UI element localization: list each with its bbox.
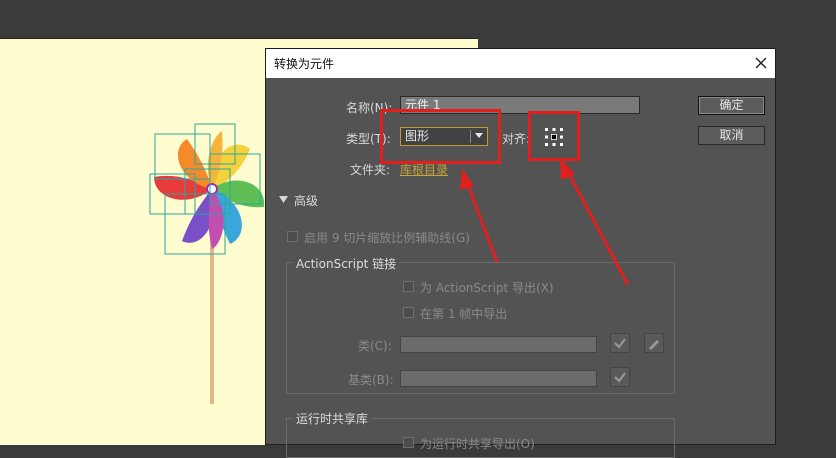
align-label: 对齐: [502, 132, 531, 146]
runtime-export-checkbox[interactable] [403, 437, 414, 448]
checkmark-icon [614, 372, 626, 383]
annotation-box-type [380, 109, 501, 164]
checkmark-icon [614, 338, 626, 349]
annotation-box-align [528, 111, 580, 161]
edit-class-button[interactable] [644, 333, 664, 353]
ok-button[interactable]: 确定 [698, 96, 765, 115]
dialog-title: 转换为元件 [274, 57, 335, 71]
scale9-label: 启用 9 切片缩放比例辅助线(G) [304, 231, 470, 245]
actionscript-group-title: ActionScript 链接 [293, 255, 400, 272]
cancel-button[interactable]: 取消 [698, 126, 765, 145]
runtime-export-label: 为运行时共享导出(O) [420, 437, 535, 451]
scale9-checkbox[interactable] [287, 231, 298, 242]
base-class-label: 基类(B): [348, 373, 394, 387]
validate-base-class-button[interactable] [610, 367, 630, 387]
runtime-group-title: 运行时共享库 [293, 410, 372, 427]
validate-class-button[interactable] [610, 333, 630, 353]
triangle-down-icon[interactable] [279, 195, 288, 204]
close-icon[interactable] [753, 55, 769, 71]
base-class-input[interactable] [400, 370, 597, 387]
class-label: 类(C): [358, 339, 392, 353]
export-frame1-label: 在第 1 帧中导出 [420, 307, 508, 321]
dialog-titlebar: 转换为元件 [266, 49, 775, 78]
class-input[interactable] [400, 336, 597, 353]
export-actionscript-label: 为 ActionScript 导出(X) [420, 281, 554, 295]
advanced-toggle-label[interactable]: 高级 [294, 192, 318, 209]
pinwheel-graphic[interactable] [140, 119, 270, 409]
export-actionscript-checkbox[interactable] [403, 281, 414, 292]
export-frame1-checkbox[interactable] [403, 307, 414, 318]
convert-to-symbol-dialog: 转换为元件 名称(N): 元件 1 类型(T): 图形 对齐: 文件夹: 库根目… [265, 48, 776, 458]
pencil-icon [649, 340, 659, 350]
